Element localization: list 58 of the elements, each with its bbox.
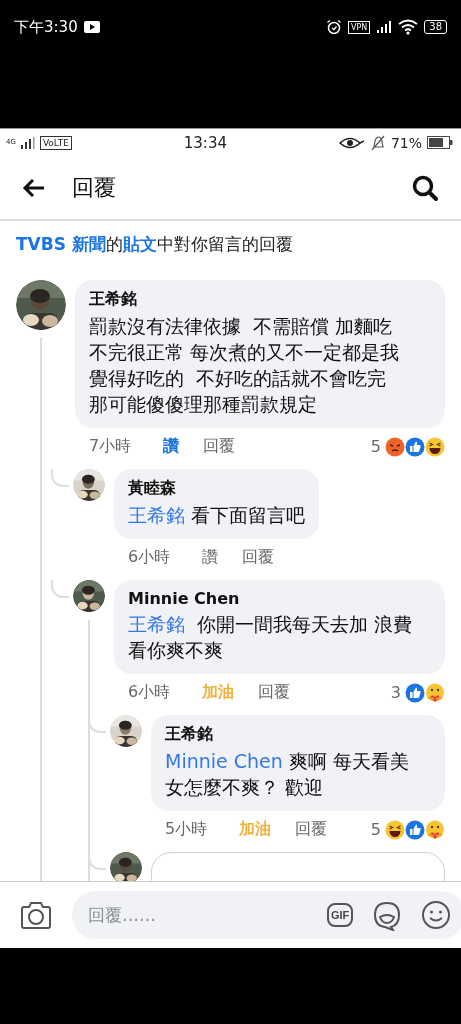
search-button[interactable] xyxy=(411,173,439,202)
mention-link[interactable]: 王希銘 xyxy=(128,504,185,526)
page-title: 回覆 xyxy=(72,173,117,202)
emoji-button[interactable] xyxy=(421,900,452,930)
camera-button[interactable] xyxy=(20,901,52,929)
like-reaction-icon xyxy=(405,436,425,457)
laughing-reaction-icon xyxy=(385,819,405,840)
comment-time: 5小時 xyxy=(165,819,208,840)
back-button[interactable] xyxy=(22,177,46,198)
volte-badge: VoLTE xyxy=(39,135,72,150)
battery-level: 38 xyxy=(424,20,447,34)
comment-time: 6小時 xyxy=(128,547,171,568)
comment-text: 王希銘 看下面留言吧 xyxy=(128,503,306,528)
reply-button[interactable]: 回覆 xyxy=(191,436,248,457)
clock-time: 13:34 xyxy=(183,133,227,152)
vpn-badge: VPN xyxy=(348,20,371,34)
reaction-count: 5 xyxy=(370,437,381,456)
comment-author[interactable]: Minnie Chen xyxy=(128,589,431,608)
like-reaction-icon xyxy=(405,819,425,840)
wifi-icon xyxy=(398,19,419,35)
comment-text: Minnie Chen 爽啊 每天看美女怎麼不爽？ 歡迎 xyxy=(165,749,410,800)
reply-field[interactable]: 回覆…… GIF xyxy=(72,891,461,939)
reply-button[interactable]: 回覆 xyxy=(283,819,340,840)
signal-icon xyxy=(376,20,393,34)
signal-icon xyxy=(20,136,35,149)
muted-bell-icon xyxy=(369,134,386,151)
link[interactable]: 貼文 xyxy=(122,234,157,254)
reaction-count: 5 xyxy=(370,820,381,839)
comment-text: 罰款沒有法律依據 不需賠償 加麵吃不完很正常 每次煮的又不一定都是我覺得好吃的 不好吃的話就不會吃完那可能傻傻理那種罰款規定 xyxy=(89,314,401,417)
alarm-icon xyxy=(326,19,342,35)
gif-button[interactable]: GIF xyxy=(327,903,354,927)
reply-context-text: TVBS 新聞的貼文中對你留言的回覆 xyxy=(16,234,293,254)
react-button[interactable]: 讚 xyxy=(151,436,192,457)
comment-time: 7小時 xyxy=(89,436,132,457)
reply-button[interactable]: 回覆 xyxy=(246,682,303,703)
eye-icon xyxy=(338,135,365,150)
comment-author[interactable]: 王希銘 xyxy=(89,289,401,310)
comment-author[interactable]: 王希銘 xyxy=(165,724,415,745)
link[interactable]: TVBS 新聞 xyxy=(16,234,106,254)
reaction-count: 3 xyxy=(390,683,401,702)
battery-percent: 71% xyxy=(390,134,422,151)
react-button[interactable]: 讚 xyxy=(190,547,231,568)
like-reaction-icon xyxy=(405,682,425,703)
hug-reaction-icon xyxy=(425,819,445,840)
comment-text: 王希銘 你開一間我每天去加 浪費看你爽不爽 xyxy=(128,612,414,663)
video-icon xyxy=(83,21,100,33)
thread-connector xyxy=(51,580,69,598)
hug-reaction-icon xyxy=(425,682,445,703)
reply-button[interactable]: 回覆 xyxy=(230,547,287,568)
mention-link[interactable]: 王希銘 xyxy=(128,613,185,635)
battery-icon xyxy=(427,136,453,149)
comment-time: 6小時 xyxy=(128,682,171,703)
laughing-reaction-icon xyxy=(425,436,445,457)
comment-author[interactable]: 黃睦森 xyxy=(128,478,306,499)
mention-link[interactable]: Minnie Chen xyxy=(165,750,283,772)
thread-connector xyxy=(51,469,69,487)
clock-time: 下午3:30 xyxy=(14,17,78,37)
angry-reaction-icon xyxy=(385,436,405,457)
